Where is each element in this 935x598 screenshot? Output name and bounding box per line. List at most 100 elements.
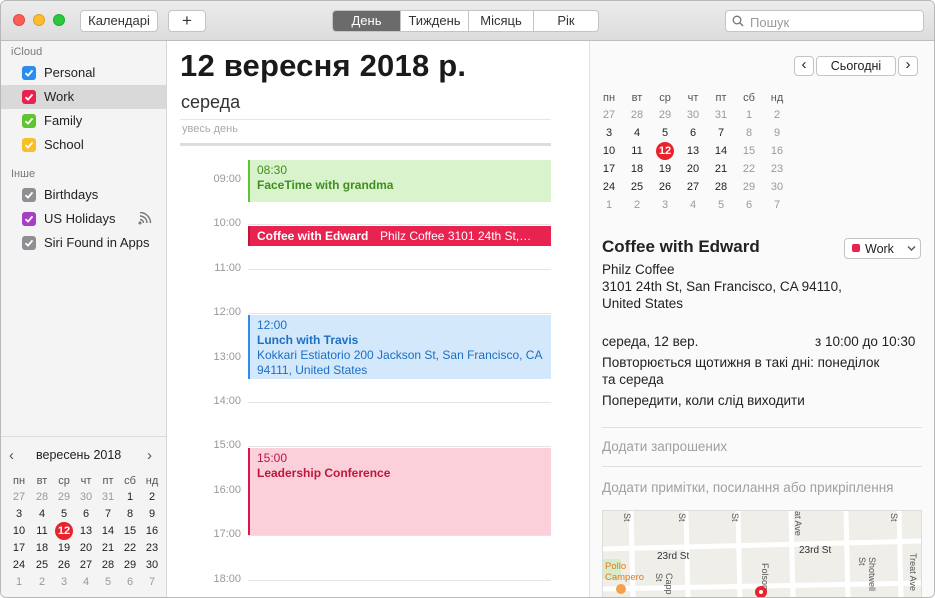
- calendar-day[interactable]: 11: [32, 525, 52, 537]
- calendar-day[interactable]: 7: [767, 199, 787, 211]
- checkbox-us-holidays[interactable]: [22, 212, 36, 226]
- tab-month[interactable]: Місяць: [469, 11, 534, 31]
- calendar-day[interactable]: 22: [120, 542, 140, 554]
- calendar-day[interactable]: 29: [655, 109, 675, 121]
- calendar-day[interactable]: 14: [98, 525, 118, 537]
- calendar-day[interactable]: 20: [76, 542, 96, 554]
- sidebar-item-siri-found[interactable]: Siri Found in Apps: [1, 231, 166, 255]
- calendar-day[interactable]: 4: [627, 127, 647, 139]
- calendar-day[interactable]: 23: [767, 163, 787, 175]
- checkbox-siri-found[interactable]: [22, 236, 36, 250]
- event-lunch-travis[interactable]: 12:00 Lunch with Travis Kokkari Estiator…: [248, 315, 551, 379]
- calendar-day[interactable]: 28: [98, 559, 118, 571]
- calendar-day[interactable]: 21: [98, 542, 118, 554]
- event-leadership-conference[interactable]: 15:00 Leadership Conference: [248, 448, 551, 535]
- calendar-day[interactable]: 29: [739, 181, 759, 193]
- calendar-day[interactable]: 15: [120, 525, 140, 537]
- calendar-day[interactable]: 27: [683, 181, 703, 193]
- calendar-day[interactable]: 28: [627, 109, 647, 121]
- calendar-day[interactable]: 4: [32, 508, 52, 520]
- calendar-day[interactable]: 29: [120, 559, 140, 571]
- calendar-day[interactable]: 24: [599, 181, 619, 193]
- checkbox-work[interactable]: [22, 90, 36, 104]
- calendar-day[interactable]: 24: [9, 559, 29, 571]
- event-date[interactable]: середа, 12 вер.: [602, 334, 698, 349]
- calendar-day[interactable]: 4: [683, 199, 703, 211]
- calendar-day[interactable]: 27: [599, 109, 619, 121]
- calendar-day[interactable]: 31: [98, 491, 118, 503]
- calendar-day[interactable]: 1: [120, 491, 140, 503]
- calendar-day[interactable]: 9: [767, 127, 787, 139]
- add-event-button[interactable]: +: [168, 10, 206, 32]
- add-invitees-field[interactable]: Додати запрошених: [602, 439, 727, 454]
- calendar-day[interactable]: 2: [627, 199, 647, 211]
- calendar-day[interactable]: 27: [76, 559, 96, 571]
- calendar-day[interactable]: 19: [655, 163, 675, 175]
- calendar-day[interactable]: 6: [683, 127, 703, 139]
- calendar-day[interactable]: 12: [54, 525, 74, 537]
- event-time-range[interactable]: з 10:00 до 10:30: [815, 334, 915, 349]
- calendar-day[interactable]: 25: [627, 181, 647, 193]
- tab-day[interactable]: День: [333, 11, 401, 31]
- calendar-day[interactable]: 6: [739, 199, 759, 211]
- calendar-popup[interactable]: Work: [844, 238, 921, 259]
- calendar-day[interactable]: 23: [142, 542, 162, 554]
- calendar-day[interactable]: 27: [9, 491, 29, 503]
- calendar-day[interactable]: 5: [54, 508, 74, 520]
- event-facetime-grandma[interactable]: 08:30 FaceTime with grandma: [248, 160, 551, 202]
- add-notes-field[interactable]: Додати примітки, посилання або прикріпле…: [602, 480, 894, 495]
- calendar-day[interactable]: 28: [711, 181, 731, 193]
- calendar-day[interactable]: 13: [76, 525, 96, 537]
- calendar-day[interactable]: 1: [739, 109, 759, 121]
- calendar-day[interactable]: 26: [655, 181, 675, 193]
- sidebar-item-work[interactable]: Work: [1, 85, 166, 109]
- calendar-day[interactable]: 11: [627, 145, 647, 157]
- calendar-day[interactable]: 10: [9, 525, 29, 537]
- zoom-window-button[interactable]: [53, 14, 65, 26]
- calendar-day[interactable]: 1: [599, 199, 619, 211]
- tab-year[interactable]: Рік: [534, 11, 598, 31]
- sidebar-item-family[interactable]: Family: [1, 109, 166, 133]
- calendar-day[interactable]: 2: [767, 109, 787, 121]
- calendar-day[interactable]: 3: [655, 199, 675, 211]
- calendar-day[interactable]: 18: [627, 163, 647, 175]
- calendar-day[interactable]: 1: [9, 576, 29, 588]
- calendar-day[interactable]: 3: [599, 127, 619, 139]
- calendar-day[interactable]: 5: [655, 127, 675, 139]
- calendar-day[interactable]: 17: [599, 163, 619, 175]
- calendar-day[interactable]: 17: [9, 542, 29, 554]
- calendar-day[interactable]: 15: [739, 145, 759, 157]
- calendar-day[interactable]: 16: [767, 145, 787, 157]
- calendar-day[interactable]: 30: [683, 109, 703, 121]
- checkbox-personal[interactable]: [22, 66, 36, 80]
- calendar-day[interactable]: 22: [739, 163, 759, 175]
- calendar-day[interactable]: 4: [76, 576, 96, 588]
- calendar-day[interactable]: 5: [98, 576, 118, 588]
- calendar-day[interactable]: 8: [120, 508, 140, 520]
- checkbox-school[interactable]: [22, 138, 36, 152]
- sidebar-item-birthdays[interactable]: Birthdays: [1, 183, 166, 207]
- calendar-day[interactable]: 13: [683, 145, 703, 157]
- calendar-day[interactable]: 7: [142, 576, 162, 588]
- search-field[interactable]: [725, 10, 924, 32]
- mini-prev-button[interactable]: ‹: [9, 447, 14, 464]
- calendar-day[interactable]: 30: [76, 491, 96, 503]
- calendar-day[interactable]: 26: [54, 559, 74, 571]
- calendar-day[interactable]: 2: [142, 491, 162, 503]
- calendar-day[interactable]: 28: [32, 491, 52, 503]
- calendar-day[interactable]: 25: [32, 559, 52, 571]
- mini-next-button[interactable]: ›: [147, 447, 152, 464]
- calendar-day[interactable]: 12: [655, 145, 675, 157]
- calendar-day[interactable]: 2: [32, 576, 52, 588]
- calendar-day[interactable]: 19: [54, 542, 74, 554]
- event-coffee-edward[interactable]: Coffee with Edward Philz Coffee 3101 24t…: [248, 226, 551, 246]
- checkbox-family[interactable]: [22, 114, 36, 128]
- calendar-day[interactable]: 6: [76, 508, 96, 520]
- calendar-day[interactable]: 7: [98, 508, 118, 520]
- sidebar-item-personal[interactable]: Personal: [1, 61, 166, 85]
- calendar-day[interactable]: 31: [711, 109, 731, 121]
- calendar-day[interactable]: 6: [120, 576, 140, 588]
- minimize-window-button[interactable]: [33, 14, 45, 26]
- calendar-day[interactable]: 29: [54, 491, 74, 503]
- calendar-day[interactable]: 10: [599, 145, 619, 157]
